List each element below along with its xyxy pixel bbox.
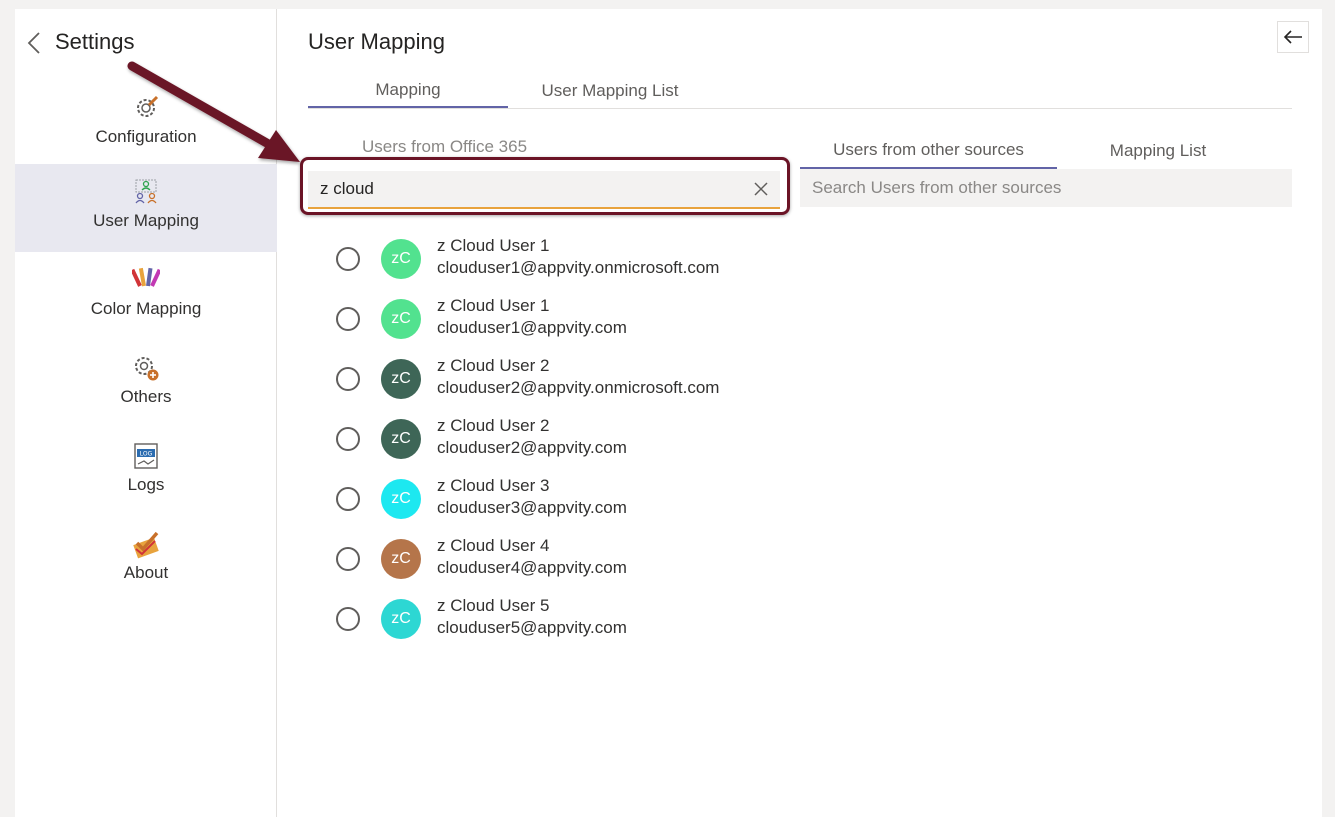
other-sources-search-box bbox=[800, 169, 1292, 207]
user-email: clouduser2@appvity.com bbox=[437, 438, 627, 457]
sidebar-item-others[interactable]: Others bbox=[15, 340, 277, 428]
select-radio[interactable] bbox=[336, 607, 360, 631]
select-radio[interactable] bbox=[336, 547, 360, 571]
settings-back-button[interactable]: Settings bbox=[25, 27, 135, 57]
tab-label: Users from other sources bbox=[833, 140, 1024, 159]
user-email: clouduser3@appvity.com bbox=[437, 498, 627, 517]
user-email: clouduser4@appvity.com bbox=[437, 558, 627, 577]
sidebar-item-user-mapping[interactable]: User Mapping bbox=[15, 164, 277, 252]
sidebar-item-label: About bbox=[123, 563, 169, 582]
close-icon bbox=[754, 182, 768, 196]
select-radio[interactable] bbox=[336, 247, 360, 271]
user-name: z Cloud User 3 bbox=[437, 476, 550, 495]
other-sources-search-input[interactable] bbox=[800, 169, 1292, 207]
about-checkmark-icon bbox=[131, 529, 161, 559]
user-email: clouduser2@appvity.onmicrosoft.com bbox=[437, 378, 720, 397]
list-item[interactable]: zC z Cloud User 5 clouduser5@appvity.com bbox=[336, 595, 836, 655]
user-mapping-icon bbox=[131, 177, 161, 207]
tab-user-mapping-list[interactable]: User Mapping List bbox=[508, 73, 712, 108]
gear-wrench-icon bbox=[131, 93, 161, 123]
avatar: zC bbox=[381, 599, 421, 639]
tab-label: Mapping List bbox=[1109, 141, 1207, 160]
avatar: zC bbox=[381, 299, 421, 339]
select-radio[interactable] bbox=[336, 487, 360, 511]
sidebar-item-label: Logs bbox=[127, 475, 165, 494]
user-email: clouduser5@appvity.com bbox=[437, 618, 627, 637]
arrow-left-icon bbox=[1283, 30, 1302, 44]
color-palette-icon bbox=[131, 265, 161, 295]
main-tabs: Mapping User Mapping List bbox=[308, 73, 1292, 109]
avatar: zC bbox=[381, 479, 421, 519]
settings-sidebar: Settings Configuration User Mapping Colo… bbox=[15, 9, 277, 817]
list-item[interactable]: zC z Cloud User 1 clouduser1@appvity.com bbox=[336, 295, 836, 355]
user-name: z Cloud User 2 bbox=[437, 416, 550, 435]
user-name: z Cloud User 4 bbox=[437, 536, 550, 555]
select-radio[interactable] bbox=[336, 427, 360, 451]
gear-plus-icon bbox=[131, 353, 161, 383]
list-item[interactable]: zC z Cloud User 1 clouduser1@appvity.onm… bbox=[336, 235, 836, 295]
sidebar-title: Settings bbox=[55, 29, 135, 54]
main-content: User Mapping Mapping User Mapping List U… bbox=[278, 9, 1322, 817]
sidebar-item-label: Configuration bbox=[95, 127, 197, 146]
avatar: zC bbox=[381, 419, 421, 459]
svg-text:LOG: LOG bbox=[140, 451, 153, 458]
sidebar-item-color-mapping[interactable]: Color Mapping bbox=[15, 252, 277, 340]
list-item[interactable]: zC z Cloud User 2 clouduser2@appvity.onm… bbox=[336, 355, 836, 415]
app-window: Settings Configuration User Mapping Colo… bbox=[15, 9, 1322, 817]
avatar: zC bbox=[381, 239, 421, 279]
avatar: zC bbox=[381, 539, 421, 579]
page-title: User Mapping bbox=[308, 29, 445, 54]
sidebar-item-label: Color Mapping bbox=[90, 299, 202, 318]
user-name: z Cloud User 2 bbox=[437, 356, 550, 375]
collapse-panel-button[interactable] bbox=[1277, 21, 1309, 53]
tab-label: Mapping bbox=[375, 79, 441, 99]
user-email: clouduser1@appvity.onmicrosoft.com bbox=[437, 258, 720, 277]
tab-mapping[interactable]: Mapping bbox=[308, 73, 508, 108]
list-item[interactable]: zC z Cloud User 3 clouduser3@appvity.com bbox=[336, 475, 836, 535]
tab-users-other-sources[interactable]: Users from other sources bbox=[800, 133, 1057, 169]
user-name: z Cloud User 1 bbox=[437, 236, 550, 255]
avatar: zC bbox=[381, 359, 421, 399]
clear-search-button[interactable] bbox=[750, 178, 772, 200]
sidebar-item-label: User Mapping bbox=[93, 211, 199, 230]
sidebar-item-about[interactable]: About bbox=[15, 516, 277, 604]
list-item[interactable]: zC z Cloud User 4 clouduser4@appvity.com bbox=[336, 535, 836, 595]
log-icon: LOG bbox=[131, 441, 161, 471]
office365-pane-label: Users from Office 365 bbox=[362, 137, 528, 156]
user-name: z Cloud User 1 bbox=[437, 296, 550, 315]
sidebar-item-label: Others bbox=[120, 387, 172, 406]
user-name: z Cloud User 5 bbox=[437, 596, 550, 615]
sidebar-item-logs[interactable]: LOG Logs bbox=[15, 428, 277, 516]
list-item[interactable]: zC z Cloud User 2 clouduser2@appvity.com bbox=[336, 415, 836, 475]
tab-mapping-list[interactable]: Mapping List bbox=[1057, 133, 1259, 169]
select-radio[interactable] bbox=[336, 307, 360, 331]
user-email: clouduser1@appvity.com bbox=[437, 318, 627, 337]
other-sources-tabs: Users from other sources Mapping List bbox=[800, 133, 1292, 169]
tab-label: User Mapping List bbox=[541, 80, 679, 100]
office365-search-input[interactable] bbox=[308, 171, 738, 207]
office365-user-list: zC z Cloud User 1 clouduser1@appvity.onm… bbox=[336, 235, 836, 655]
chevron-left-icon bbox=[25, 27, 47, 57]
office365-search-box bbox=[308, 171, 780, 209]
sidebar-item-configuration[interactable]: Configuration bbox=[15, 80, 277, 168]
select-radio[interactable] bbox=[336, 367, 360, 391]
